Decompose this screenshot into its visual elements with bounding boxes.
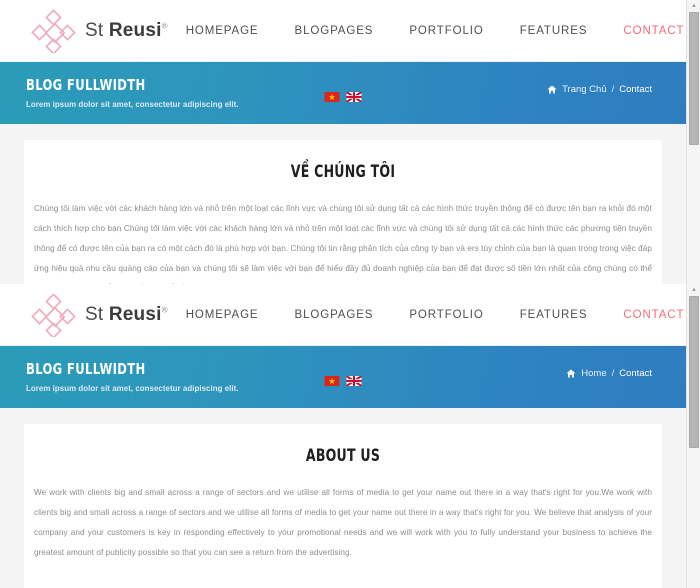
home-icon bbox=[566, 369, 576, 378]
brand-logo[interactable]: St Reusi® bbox=[26, 292, 168, 339]
brand-name: St Reusi® bbox=[85, 304, 168, 326]
language-switcher bbox=[324, 92, 362, 102]
banner-subtitle: Lorem ipsum dolor sit amet, consectetur … bbox=[26, 382, 239, 393]
section-body-text: Chúng tôi làm việc với các khách hàng lớ… bbox=[34, 204, 652, 284]
site-header: St Reusi® HOMEPAGE BLOGPAGES PORTFOLIO F… bbox=[0, 0, 686, 62]
uk-flag-icon[interactable] bbox=[346, 92, 362, 102]
breadcrumb-separator: / bbox=[611, 84, 615, 95]
section-title: ABOUT US bbox=[305, 446, 381, 466]
about-section: VỀ CHÚNG TÔI Chúng tôi làm việc với các … bbox=[24, 140, 662, 284]
scroll-up-arrow-icon[interactable]: ▲ bbox=[687, 0, 700, 11]
home-icon bbox=[547, 85, 557, 94]
banner-subtitle: Lorem ipsum dolor sit amet, consectetur … bbox=[26, 98, 239, 109]
site-header: St Reusi® HOMEPAGE BLOGPAGES PORTFOLIO F… bbox=[0, 284, 686, 346]
nav-item-homepage[interactable]: HOMEPAGE bbox=[168, 309, 277, 321]
breadcrumb-current: Contact bbox=[619, 368, 652, 379]
screenshot-viewport: St Reusi® HOMEPAGE BLOGPAGES PORTFOLIO F… bbox=[0, 0, 700, 588]
content-wrapper: ABOUT US We work with clients big and sm… bbox=[0, 408, 686, 588]
uk-flag-icon[interactable] bbox=[346, 376, 362, 386]
nav-item-portfolio[interactable]: PORTFOLIO bbox=[391, 25, 501, 37]
scroll-up-arrow-icon[interactable]: ▲ bbox=[687, 284, 700, 295]
registered-mark: ® bbox=[161, 305, 168, 315]
brand-logo[interactable]: St Reusi® bbox=[26, 8, 168, 55]
content-wrapper: VỀ CHÚNG TÔI Chúng tôi làm việc với các … bbox=[0, 124, 686, 284]
browser-pane-vietnamese: St Reusi® HOMEPAGE BLOGPAGES PORTFOLIO F… bbox=[0, 0, 700, 284]
registered-mark: ® bbox=[161, 21, 168, 31]
nav-item-features[interactable]: FEATURES bbox=[502, 309, 606, 321]
page-banner: BLOG FULLWIDTH Lorem ipsum dolor sit ame… bbox=[0, 346, 686, 408]
diamond-logo-icon bbox=[26, 292, 78, 339]
brand-name-bold: Reusi bbox=[108, 303, 162, 325]
breadcrumb: Home / Contact bbox=[566, 368, 652, 379]
breadcrumb-current: Contact bbox=[619, 84, 652, 95]
nav-item-contact[interactable]: CONTACT bbox=[605, 309, 684, 321]
nav-item-features[interactable]: FEATURES bbox=[502, 25, 606, 37]
brand-name-thin: St bbox=[85, 19, 109, 41]
breadcrumb-separator: / bbox=[611, 368, 615, 379]
banner-text-block: BLOG FULLWIDTH Lorem ipsum dolor sit ame… bbox=[26, 77, 255, 109]
brand-name: St Reusi® bbox=[85, 20, 168, 42]
scrollbar-thumb[interactable] bbox=[689, 296, 699, 448]
vietnam-flag-icon[interactable] bbox=[324, 92, 340, 102]
nav-item-contact[interactable]: CONTACT bbox=[605, 25, 684, 37]
scrollbar-thumb[interactable] bbox=[689, 12, 699, 145]
banner-title: BLOG FULLWIDTH bbox=[26, 76, 146, 95]
banner-title: BLOG FULLWIDTH bbox=[26, 360, 146, 379]
page-content-vietnamese: St Reusi® HOMEPAGE BLOGPAGES PORTFOLIO F… bbox=[0, 0, 686, 284]
brand-name-bold: Reusi bbox=[108, 19, 162, 41]
brand-name-thin: St bbox=[85, 303, 109, 325]
language-switcher bbox=[324, 376, 362, 386]
nav-item-blogpages[interactable]: BLOGPAGES bbox=[277, 309, 392, 321]
main-navigation: HOMEPAGE BLOGPAGES PORTFOLIO FEATURES CO… bbox=[168, 25, 689, 37]
main-navigation: HOMEPAGE BLOGPAGES PORTFOLIO FEATURES CO… bbox=[168, 309, 689, 321]
vertical-scrollbar[interactable]: ▲ bbox=[686, 0, 700, 284]
vertical-scrollbar[interactable]: ▲ bbox=[686, 284, 700, 588]
section-title: VỀ CHÚNG TÔI bbox=[290, 162, 396, 182]
banner-text-block: BLOG FULLWIDTH Lorem ipsum dolor sit ame… bbox=[26, 361, 255, 393]
page-banner: BLOG FULLWIDTH Lorem ipsum dolor sit ame… bbox=[0, 62, 686, 124]
breadcrumb-home-link[interactable]: Trang Chủ bbox=[562, 84, 607, 95]
diamond-logo-icon bbox=[26, 8, 78, 55]
about-section: ABOUT US We work with clients big and sm… bbox=[24, 424, 662, 588]
section-body-text: We work with clients big and small acros… bbox=[34, 488, 652, 557]
nav-item-blogpages[interactable]: BLOGPAGES bbox=[277, 25, 392, 37]
nav-item-homepage[interactable]: HOMEPAGE bbox=[168, 25, 277, 37]
nav-item-portfolio[interactable]: PORTFOLIO bbox=[391, 309, 501, 321]
page-content-english: St Reusi® HOMEPAGE BLOGPAGES PORTFOLIO F… bbox=[0, 284, 686, 588]
vietnam-flag-icon[interactable] bbox=[324, 376, 340, 386]
browser-pane-english: St Reusi® HOMEPAGE BLOGPAGES PORTFOLIO F… bbox=[0, 284, 700, 588]
breadcrumb-home-link[interactable]: Home bbox=[581, 368, 606, 379]
breadcrumb: Trang Chủ / Contact bbox=[547, 84, 652, 95]
